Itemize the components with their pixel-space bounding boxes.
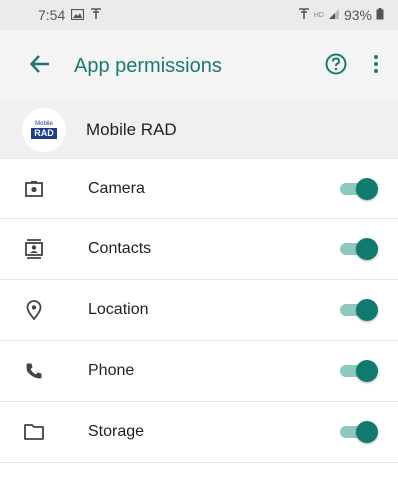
status-left: 7:54: [38, 7, 102, 23]
permission-row-contacts[interactable]: Contacts: [0, 219, 398, 280]
status-time: 7:54: [38, 7, 66, 23]
app-logo: Mobile RAD: [22, 108, 66, 152]
app-name: Mobile RAD: [86, 120, 177, 139]
permission-list: Camera Contacts Location Phone Storage: [0, 158, 398, 463]
status-bar: 7:54 HD 93%: [0, 0, 398, 30]
permission-label: Storage: [88, 423, 145, 440]
app-header-row: Mobile RAD Mobile RAD: [0, 102, 398, 158]
app-logo-text-bottom: RAD: [31, 128, 57, 139]
app-logo-icon: Mobile RAD: [30, 119, 58, 141]
phone-icon: [22, 359, 46, 383]
permission-row-camera[interactable]: Camera: [0, 158, 398, 219]
battery-percent: 93%: [343, 7, 372, 23]
camera-icon: [22, 177, 46, 201]
location-icon: [22, 298, 46, 322]
permission-row-location[interactable]: Location: [0, 280, 398, 341]
permission-row-storage[interactable]: Storage: [0, 402, 398, 463]
antenna-icon: [298, 7, 310, 23]
permission-row-phone[interactable]: Phone: [0, 341, 398, 402]
help-icon: [325, 53, 347, 80]
camera-toggle[interactable]: [338, 177, 378, 200]
back-button[interactable]: [24, 50, 56, 82]
location-toggle[interactable]: [338, 299, 378, 321]
battery-icon: [376, 7, 384, 23]
folder-icon: [22, 420, 46, 444]
help-button[interactable]: [320, 50, 352, 82]
gallery-notification-icon: [71, 7, 85, 23]
phone-toggle[interactable]: [338, 360, 378, 382]
signal-icon: [328, 7, 340, 23]
more-vert-icon: [373, 54, 379, 79]
app-logo-text-top: Mobile: [35, 121, 53, 127]
permission-label: Location: [88, 301, 149, 318]
network-type-label: HD: [313, 11, 324, 19]
permission-label: Contacts: [88, 240, 152, 257]
permission-label: Phone: [88, 362, 135, 379]
app-bar: App permissions: [0, 30, 398, 102]
overflow-menu-button[interactable]: [366, 50, 386, 82]
contacts-toggle[interactable]: [338, 238, 378, 260]
page-title: App permissions: [74, 54, 222, 77]
arrow-back-icon: [29, 54, 50, 78]
contacts-icon: [22, 237, 46, 261]
status-right: HD 93%: [298, 7, 384, 23]
screen: 7:54 HD 93% App permissions Mobile RAD M…: [0, 0, 398, 485]
permission-label: Camera: [88, 179, 145, 197]
storage-toggle[interactable]: [338, 421, 378, 443]
antenna-notification-icon: [90, 7, 102, 23]
